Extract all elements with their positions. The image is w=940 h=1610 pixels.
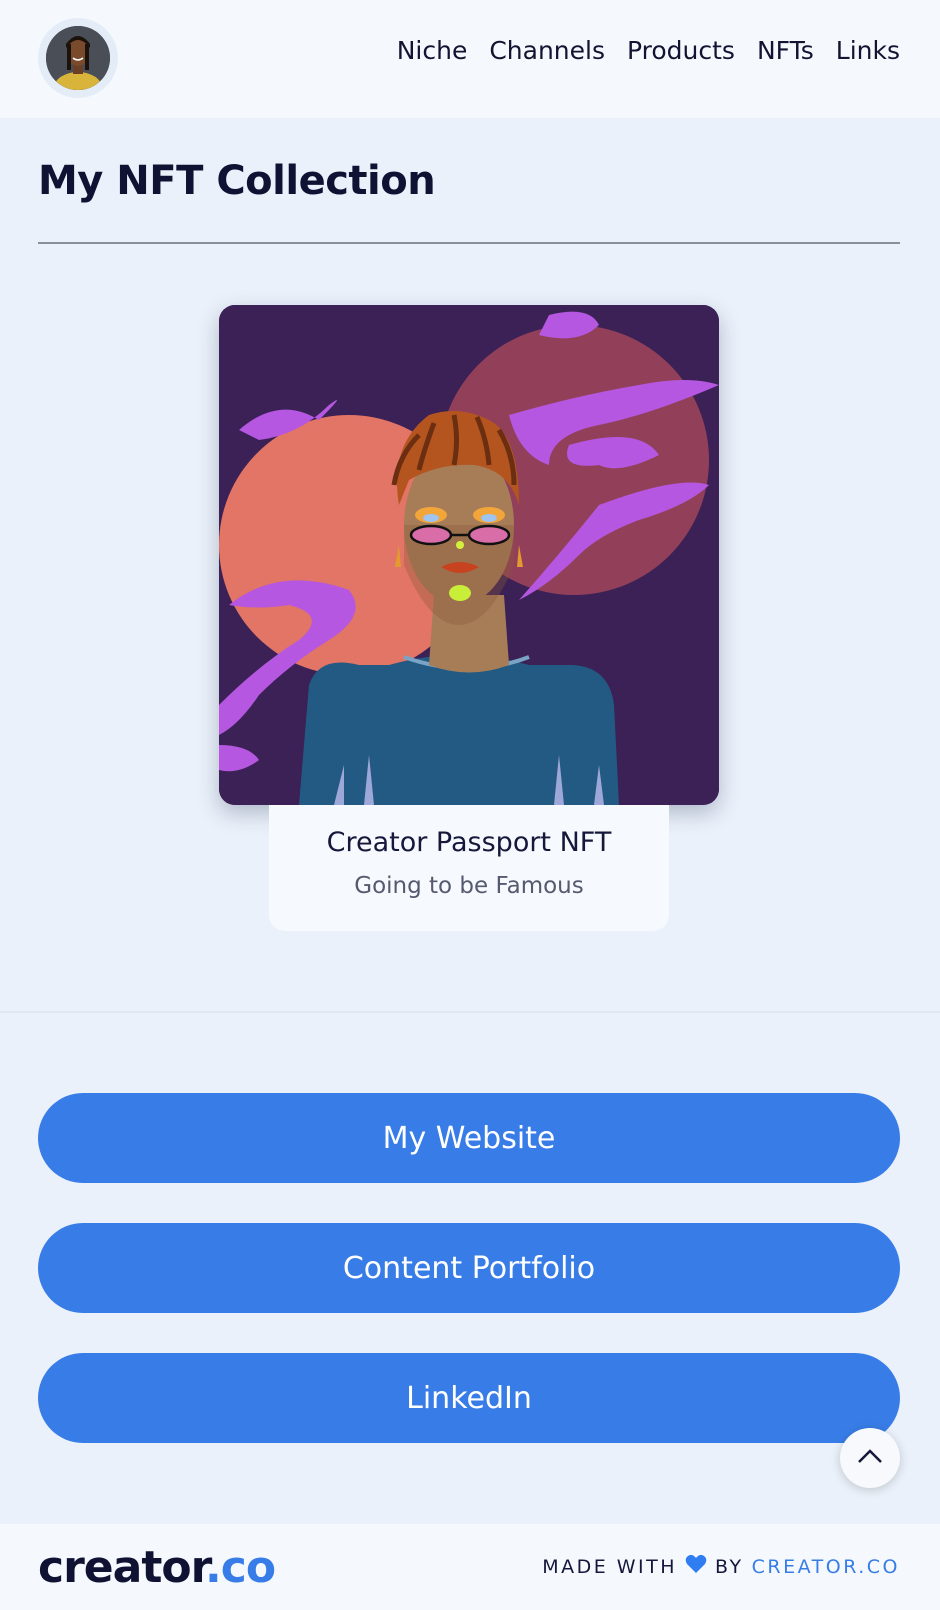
nav-nfts[interactable]: NFTs [757,36,814,65]
scroll-to-top-button[interactable] [840,1428,900,1488]
nav-niche[interactable]: Niche [397,36,468,65]
creator-co-link[interactable]: CREATOR.CO [752,1556,900,1578]
avatar [46,26,110,90]
my-website-button[interactable]: My Website [38,1093,900,1183]
by-text: BY [715,1555,744,1578]
nav-products[interactable]: Products [627,36,735,65]
nft-image[interactable] [219,305,719,805]
blue-heart-icon [685,1554,707,1579]
profile-avatar-button[interactable] [38,18,118,98]
divider [38,242,900,244]
nft-card: Creator Passport NFT Going to be Famous [269,805,669,931]
nft-name: Creator Passport NFT [326,827,612,858]
nav-links[interactable]: Links [836,36,900,65]
chevron-up-icon [857,1448,883,1468]
section-separator [0,1011,940,1013]
nav-channels[interactable]: Channels [489,36,605,65]
creator-co-logo[interactable]: creator.co [38,1542,276,1593]
section-title: My NFT Collection [38,158,436,204]
made-with-credit: MADE WITH BY CREATOR.CO [542,1554,900,1579]
main-nav: Niche Channels Products NFTs Links [397,36,900,65]
nft-description: Going to be Famous [354,873,584,899]
linkedin-button[interactable]: LinkedIn [38,1353,900,1443]
made-with-text: MADE WITH [542,1555,678,1578]
content-portfolio-button[interactable]: Content Portfolio [38,1223,900,1313]
footer: creator.co MADE WITH BY CREATOR.CO [0,1524,940,1610]
header: Niche Channels Products NFTs Links [0,0,940,118]
